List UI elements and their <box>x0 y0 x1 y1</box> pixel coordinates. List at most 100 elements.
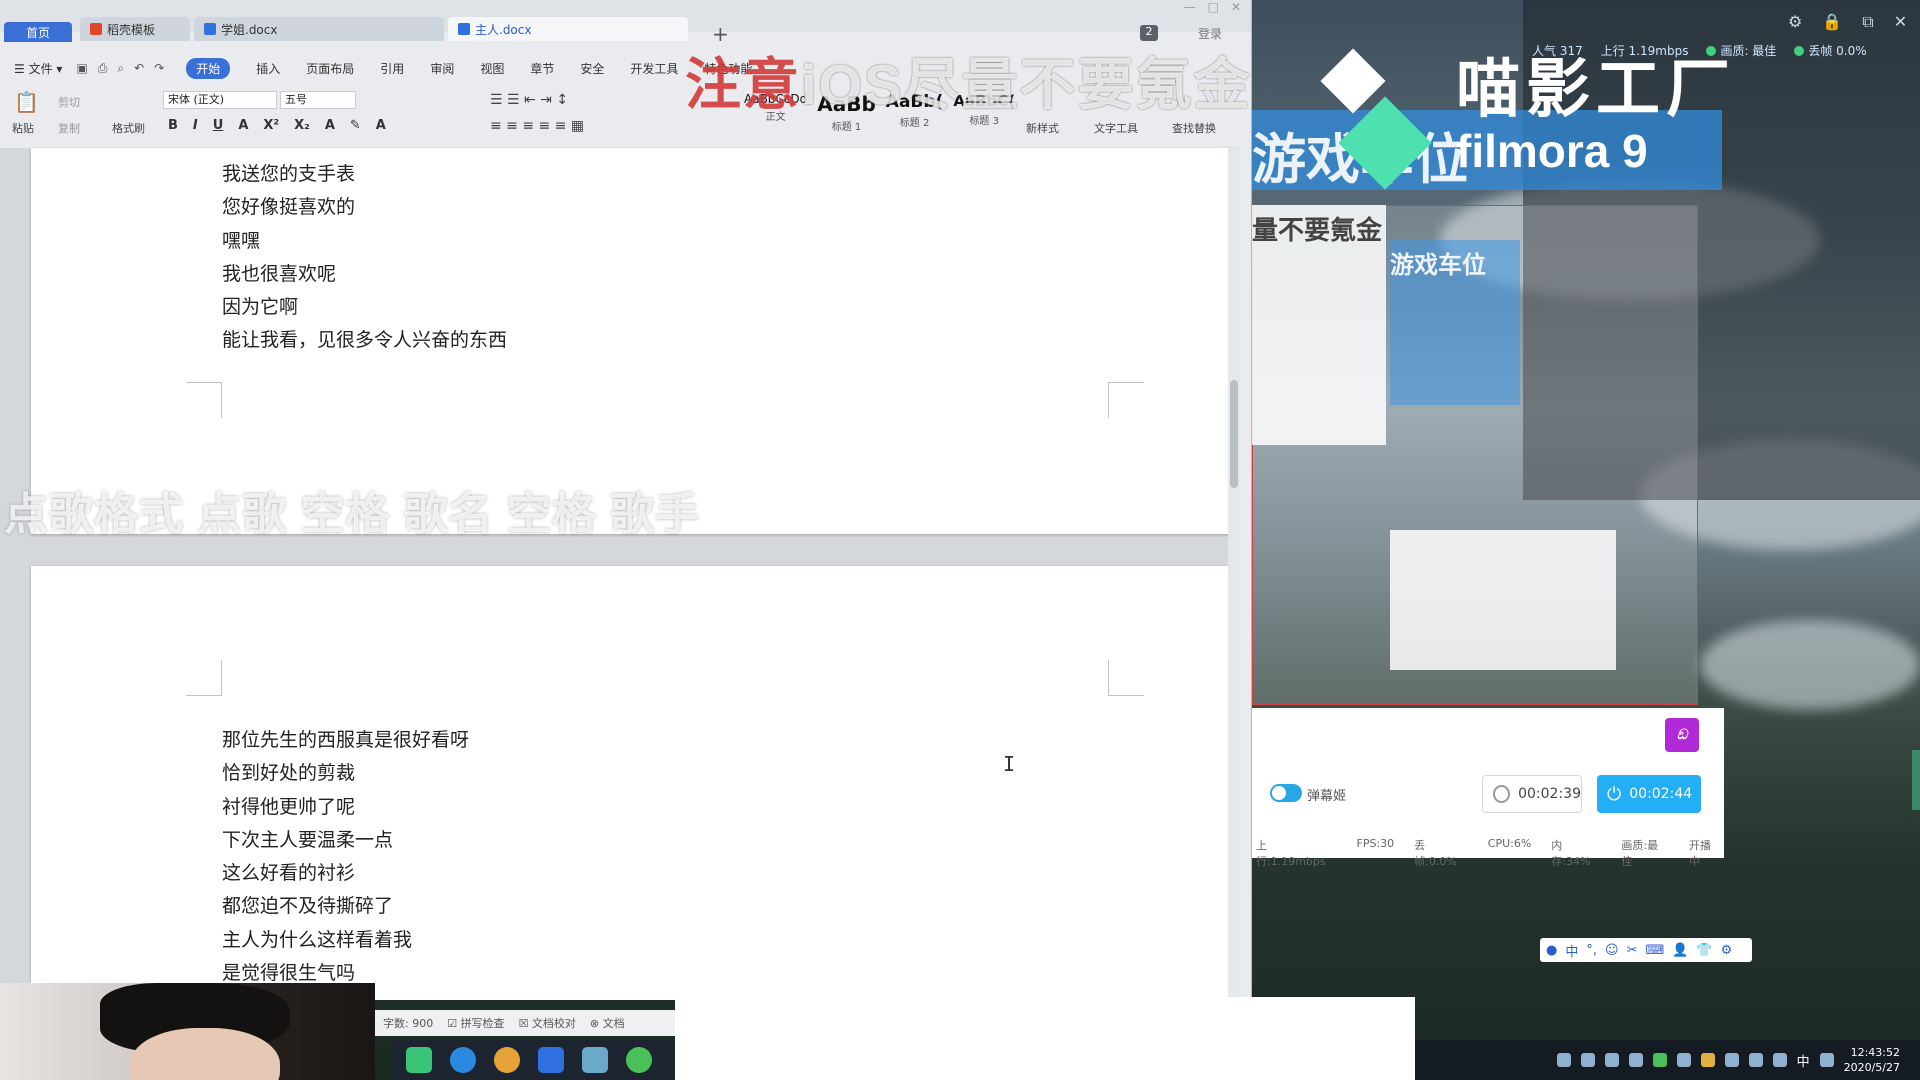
restore-icon[interactable]: ⧉ <box>1862 12 1873 32</box>
tab-doc-zhuren[interactable]: 主人.docx <box>448 17 688 41</box>
close-icon[interactable]: ✕ <box>1894 12 1907 32</box>
speaker-icon[interactable] <box>1748 1053 1763 1067</box>
live-timer-button[interactable]: ⏻ 00:02:44 <box>1597 775 1701 813</box>
menu-security[interactable]: 安全 <box>580 60 604 77</box>
document-page[interactable]: 我送您的支手表 您好像挺喜欢的 嘿嘿 我也很喜欢呢 因为它啊 能让我看，见很多令… <box>31 148 1237 534</box>
font-color-icon[interactable]: A <box>238 118 248 133</box>
tab-doc-xuejie[interactable]: 学姐.docx <box>194 17 444 41</box>
browser-app-icon[interactable] <box>450 1047 476 1073</box>
copy-button[interactable]: 复制 <box>58 120 80 136</box>
align-tools[interactable]: ≡ ≡ ≡ ≡ ≡ ▦ <box>490 118 584 134</box>
skin-icon[interactable]: 👕 <box>1696 943 1712 958</box>
settings-icon[interactable]: ⚙ <box>1788 12 1802 32</box>
margin-corner-marker <box>1108 660 1144 696</box>
status-dot-icon <box>1794 46 1805 56</box>
doc-button[interactable]: ⊗ 文档 <box>590 1015 625 1031</box>
redo-icon[interactable]: ↷ <box>154 61 164 76</box>
word-doc-icon <box>204 23 216 35</box>
notification-icon[interactable] <box>1819 1053 1834 1067</box>
superscript-icon[interactable]: X² <box>263 118 279 133</box>
close-icon[interactable]: ✕ <box>1231 0 1241 14</box>
ime-lang[interactable]: 中 <box>1565 941 1578 960</box>
vertical-scrollbar[interactable] <box>1228 148 1240 1000</box>
window-count-badge[interactable]: 2 <box>1140 25 1158 41</box>
minimize-icon[interactable]: — <box>1184 0 1196 14</box>
text-line: 嘿嘿 <box>222 229 261 252</box>
underline-button[interactable]: U <box>213 118 224 133</box>
display-icon[interactable] <box>1724 1053 1739 1067</box>
keyboard-icon[interactable]: ⌨ <box>1645 943 1664 958</box>
ime-toolbar[interactable]: ● 中 °, ☺ ✂ ⌨ 👤 👕 ⚙ <box>1540 938 1752 962</box>
song-format-overlay: 点歌格式 点歌 空格 歌名 空格 歌手 <box>4 490 701 539</box>
menu-references[interactable]: 引用 <box>380 60 404 77</box>
text-effect-icon[interactable]: A <box>325 118 335 133</box>
gear-icon[interactable]: ⚙ <box>1721 943 1733 958</box>
paragraph-tools[interactable]: ☰ ☰ ⇤ ⇥ ↕ <box>490 92 568 108</box>
font-size-select[interactable]: 五号 <box>280 91 356 109</box>
danmaku-toggle[interactable] <box>1270 784 1302 802</box>
emoji-icon[interactable]: ☺ <box>1605 943 1619 958</box>
highlight-icon[interactable]: ✎ <box>350 118 361 133</box>
subscript-icon[interactable]: X₂ <box>294 118 310 133</box>
bell-icon[interactable] <box>1700 1053 1715 1067</box>
spell-check-button[interactable]: ☑ 拼写检查 <box>447 1015 504 1031</box>
taskbar-apps <box>392 1040 675 1080</box>
proofread-button[interactable]: ☒ 文档校对 <box>519 1015 576 1031</box>
nested-warning-text: 量不要氪金 <box>1252 215 1383 245</box>
scrollbar-thumb[interactable] <box>1230 380 1238 488</box>
ime-punct[interactable]: °, <box>1586 943 1597 958</box>
text-line: 都您迫不及待撕碎了 <box>222 895 394 918</box>
menu-section[interactable]: 章节 <box>530 60 554 77</box>
menu-view[interactable]: 视图 <box>480 60 504 77</box>
menu-review[interactable]: 审阅 <box>430 60 454 77</box>
filmora-cn-name: 喵影工厂 <box>1456 53 1736 125</box>
menu-file[interactable]: ☰ 文件 ▾ <box>14 60 62 77</box>
find-replace-button[interactable]: 查找替换 <box>1172 120 1216 136</box>
menu-home[interactable]: 开始 <box>186 57 231 79</box>
font-name-select[interactable]: 宋体 (正文) <box>163 91 277 109</box>
live-app-icon[interactable] <box>494 1047 520 1073</box>
maximize-icon[interactable]: □ <box>1208 0 1219 14</box>
wechat-tray-icon[interactable] <box>1652 1053 1667 1067</box>
bold-button[interactable]: B <box>168 118 178 133</box>
text-tools-button[interactable]: 文字工具 <box>1094 120 1138 136</box>
side-edge-tab[interactable] <box>1912 750 1920 810</box>
new-style-button[interactable]: 新样式 <box>1026 120 1059 136</box>
cut-button[interactable]: 剪切 <box>58 94 80 110</box>
document-page[interactable]: 那位先生的西服真是很好看呀 恰到好处的剪裁 衬得他更帅了呢 下次主人要温柔一点 … <box>31 566 1237 1000</box>
lock-icon[interactable]: 🔒 <box>1822 12 1842 32</box>
menu-insert[interactable]: 插入 <box>256 60 280 77</box>
menu-developer[interactable]: 开发工具 <box>630 60 678 77</box>
preview-icon[interactable]: ⌕ <box>117 61 124 76</box>
print-icon[interactable]: ⎙ <box>98 61 108 76</box>
cube-icon[interactable] <box>1628 1053 1643 1067</box>
wps-app-icon[interactable] <box>538 1047 564 1073</box>
italic-button[interactable]: I <box>193 118 198 133</box>
text-line: 因为它啊 <box>222 296 299 319</box>
danmaku-label: 弹幕姬 <box>1307 789 1347 804</box>
photo-app-icon[interactable] <box>582 1047 608 1073</box>
menu-page-layout[interactable]: 页面布局 <box>306 60 354 77</box>
wechat-app-icon[interactable] <box>626 1047 652 1073</box>
paste-button[interactable]: 粘贴 <box>12 120 34 136</box>
player-app-icon[interactable] <box>406 1047 432 1073</box>
tab-docer-templates[interactable]: 稻壳模板 <box>80 17 190 41</box>
user-icon[interactable]: 👤 <box>1672 943 1688 958</box>
save-icon[interactable]: ▣ <box>76 61 87 76</box>
cloud-icon[interactable] <box>1676 1053 1691 1067</box>
margin-corner-marker <box>1108 382 1144 418</box>
undo-icon[interactable]: ↶ <box>134 61 144 76</box>
tool-icon[interactable] <box>1604 1053 1619 1067</box>
char-shading-icon[interactable]: A <box>376 118 386 133</box>
record-timer-button[interactable]: 00:02:39 <box>1482 775 1582 813</box>
tab-home[interactable]: 首页 <box>4 22 72 42</box>
format-painter-button[interactable]: 格式刷 <box>112 120 145 136</box>
ime-indicator[interactable]: 中 <box>1797 1051 1810 1070</box>
pen-icon[interactable] <box>1772 1053 1787 1067</box>
paste-icon[interactable]: 📋 <box>14 90 39 114</box>
scissors-icon[interactable]: ✂ <box>1627 943 1638 958</box>
network-icon[interactable] <box>1580 1053 1595 1067</box>
shield-icon[interactable] <box>1556 1053 1571 1067</box>
ime-logo-icon[interactable]: ● <box>1546 943 1557 958</box>
clock[interactable]: 12:43:52 2020/5/27 <box>1844 1045 1900 1075</box>
